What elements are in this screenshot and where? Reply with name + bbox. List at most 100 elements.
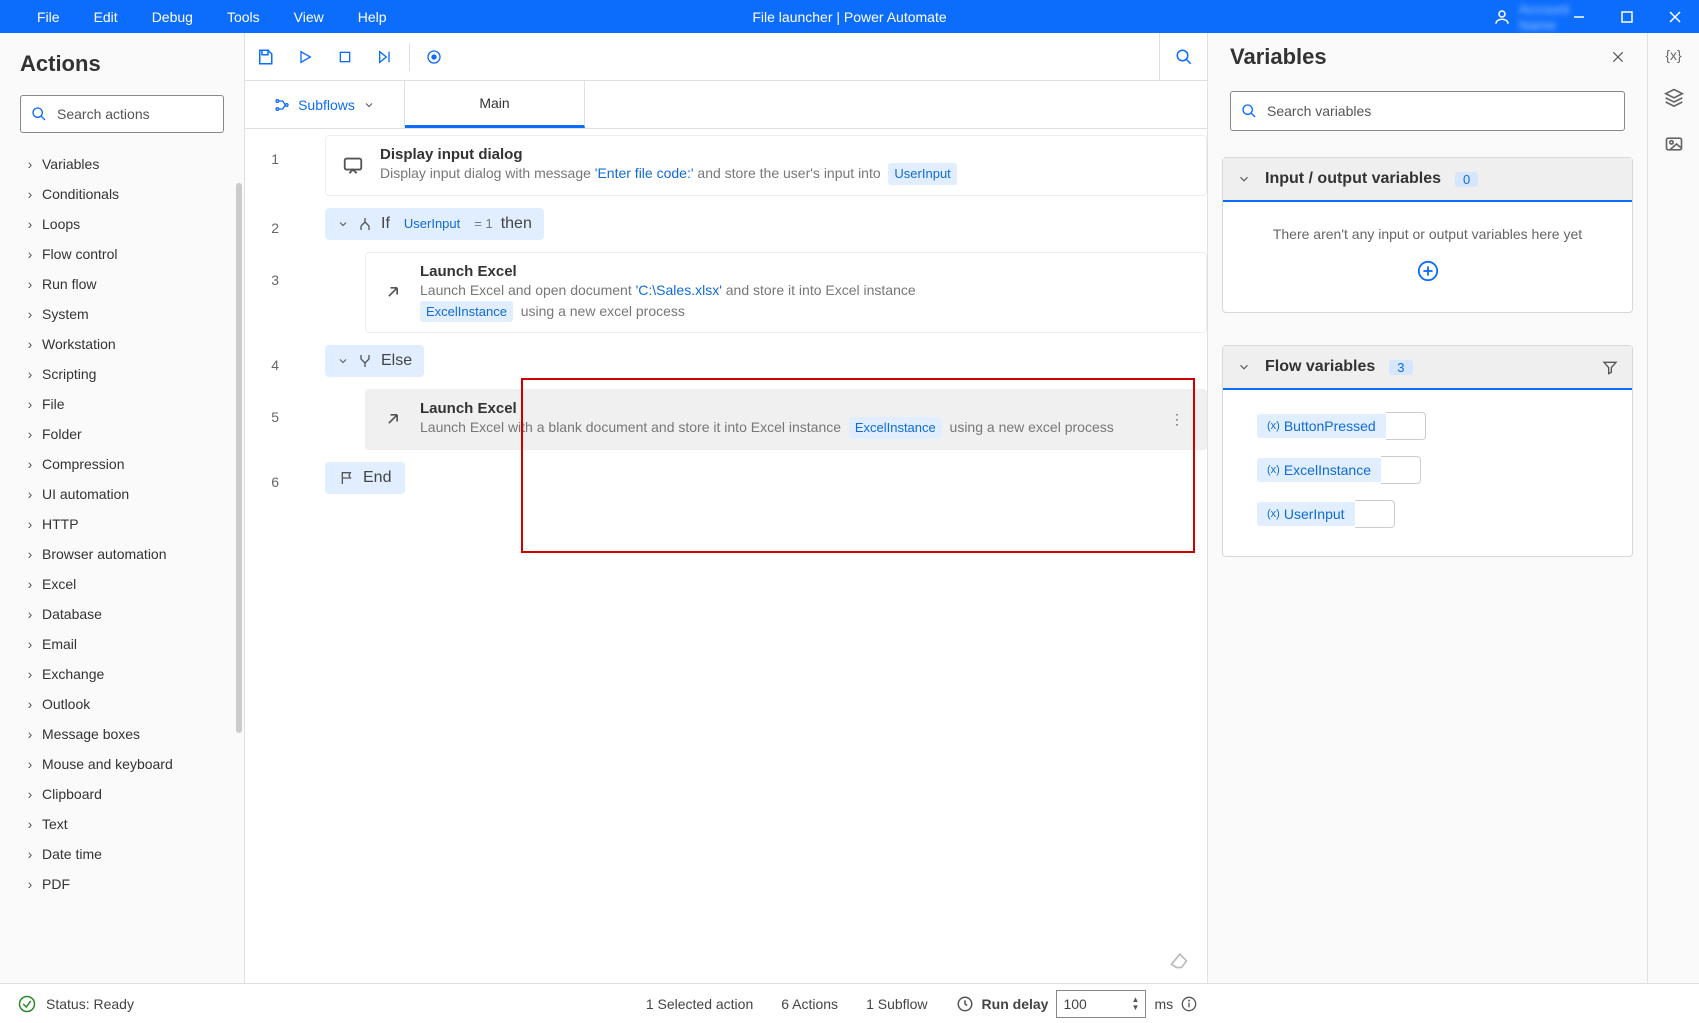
chevron-down-icon (1237, 172, 1251, 186)
variables-panel: Variables Search variables Input / outpu… (1207, 33, 1647, 983)
action-group[interactable]: ›Database (0, 599, 244, 629)
actions-title: Actions (0, 33, 244, 87)
action-group[interactable]: ›Compression (0, 449, 244, 479)
action-group[interactable]: ›Loops (0, 209, 244, 239)
menu-file[interactable]: File (20, 2, 77, 32)
flow-variables-header[interactable]: Flow variables 3 (1223, 346, 1632, 390)
search-icon (1241, 103, 1257, 119)
subflows-dropdown[interactable]: Subflows (245, 81, 405, 128)
run-button[interactable] (285, 33, 325, 81)
flow-variable[interactable]: (x)UserInput (1257, 500, 1395, 528)
step-button[interactable] (365, 33, 405, 81)
record-button[interactable] (414, 33, 454, 81)
line-number: 1 (245, 129, 299, 167)
filter-icon[interactable] (1602, 359, 1618, 375)
action-group[interactable]: ›Message boxes (0, 719, 244, 749)
title-bar: File Edit Debug Tools View Help File lau… (0, 0, 1699, 33)
menu-help[interactable]: Help (341, 2, 404, 32)
account-badge[interactable]: Account Name (1507, 0, 1555, 33)
toolbar (245, 33, 1207, 81)
search-icon (31, 106, 47, 122)
stop-button[interactable] (325, 33, 365, 81)
flow-variable[interactable]: (x)ButtonPressed (1257, 412, 1426, 440)
status-bar: Status: Ready 1 Selected action 6 Action… (0, 983, 1699, 1023)
action-group[interactable]: ›Date time (0, 839, 244, 869)
step-launch-excel-open[interactable]: Launch Excel Launch Excel and open docum… (365, 252, 1207, 334)
action-group[interactable]: ›File (0, 389, 244, 419)
actions-search-placeholder: Search actions (57, 106, 150, 122)
else-block[interactable]: Else (325, 345, 424, 377)
action-group[interactable]: ›Browser automation (0, 539, 244, 569)
chevron-down-icon (1237, 360, 1251, 374)
action-group[interactable]: ›Folder (0, 419, 244, 449)
info-icon[interactable] (1181, 996, 1197, 1012)
account-icon (1493, 8, 1511, 26)
action-group[interactable]: ›Flow control (0, 239, 244, 269)
action-group[interactable]: ›HTTP (0, 509, 244, 539)
action-group[interactable]: ›Exchange (0, 659, 244, 689)
step-display-input-dialog[interactable]: Display input dialog Display input dialo… (325, 135, 1207, 196)
status-ready: Status: Ready (46, 996, 134, 1012)
action-group[interactable]: ›PDF (0, 869, 244, 899)
action-group[interactable]: ›Outlook (0, 689, 244, 719)
right-rail: {x} (1647, 33, 1699, 983)
tabs-row: Subflows Main (245, 81, 1207, 129)
line-number: 2 (245, 202, 299, 236)
actions-search[interactable]: Search actions (20, 95, 224, 133)
status-selected: 1 Selected action (646, 996, 753, 1012)
action-group[interactable]: ›Variables (0, 149, 244, 179)
status-ok-icon (18, 995, 36, 1013)
dialog-icon (340, 152, 366, 178)
rail-images-icon[interactable] (1664, 134, 1684, 157)
end-block[interactable]: End (325, 462, 405, 494)
delay-spinbox[interactable]: 100 ▲▼ (1056, 990, 1146, 1018)
status-subflows: 1 Subflow (866, 996, 927, 1012)
step-launch-excel-blank[interactable]: Launch Excel Launch Excel with a blank d… (365, 389, 1207, 450)
action-group[interactable]: ›Workstation (0, 329, 244, 359)
action-group[interactable]: ›Mouse and keyboard (0, 749, 244, 779)
add-io-variable[interactable] (1243, 260, 1612, 288)
delay-unit: ms (1154, 996, 1173, 1012)
launch-icon (380, 279, 406, 305)
close-button[interactable] (1651, 0, 1699, 33)
scrollbar-thumb[interactable] (236, 183, 242, 733)
actions-panel: Actions Search actions ›Variables ›Condi… (0, 33, 245, 983)
eraser-icon[interactable] (1169, 950, 1189, 973)
menu-debug[interactable]: Debug (135, 2, 210, 32)
menu-tools[interactable]: Tools (210, 2, 277, 32)
action-group[interactable]: ›Excel (0, 569, 244, 599)
flow-variable[interactable]: (x)ExcelInstance (1257, 456, 1421, 484)
action-group[interactable]: ›System (0, 299, 244, 329)
step-more-menu[interactable]: ⋮ (1162, 411, 1192, 428)
variables-search[interactable]: Search variables (1230, 91, 1625, 131)
variables-close[interactable] (1611, 44, 1625, 70)
action-group[interactable]: ›Run flow (0, 269, 244, 299)
save-button[interactable] (245, 33, 285, 81)
editor-center: Subflows Main 1 Display input dialog Dis… (245, 33, 1207, 983)
if-block[interactable]: If UserInput = 1 then (325, 208, 544, 240)
action-group[interactable]: ›Clipboard (0, 779, 244, 809)
tab-main[interactable]: Main (405, 81, 585, 128)
line-number: 6 (245, 456, 299, 490)
window-controls: Account Name (1507, 0, 1699, 33)
toolbar-search[interactable] (1159, 33, 1207, 81)
io-variables-section: Input / output variables 0 There aren't … (1222, 157, 1633, 313)
actions-list: ›Variables ›Conditionals ›Loops ›Flow co… (0, 141, 244, 983)
variables-title: Variables (1230, 44, 1327, 70)
action-group[interactable]: ›Email (0, 629, 244, 659)
account-name: Account Name (1519, 1, 1570, 33)
maximize-button[interactable] (1603, 0, 1651, 33)
chevron-down-icon (337, 218, 349, 230)
rail-layers-icon[interactable] (1664, 87, 1684, 110)
menu-edit[interactable]: Edit (77, 2, 135, 32)
subflow-icon (274, 97, 290, 113)
action-group[interactable]: ›Conditionals (0, 179, 244, 209)
rail-variables-icon[interactable]: {x} (1665, 47, 1681, 63)
io-variables-header[interactable]: Input / output variables 0 (1223, 158, 1632, 202)
action-group[interactable]: ›Scripting (0, 359, 244, 389)
action-group[interactable]: ›Text (0, 809, 244, 839)
menu-view[interactable]: View (277, 2, 341, 32)
launch-icon (380, 406, 406, 432)
action-group[interactable]: ›UI automation (0, 479, 244, 509)
io-empty-text: There aren't any input or output variabl… (1243, 226, 1612, 242)
